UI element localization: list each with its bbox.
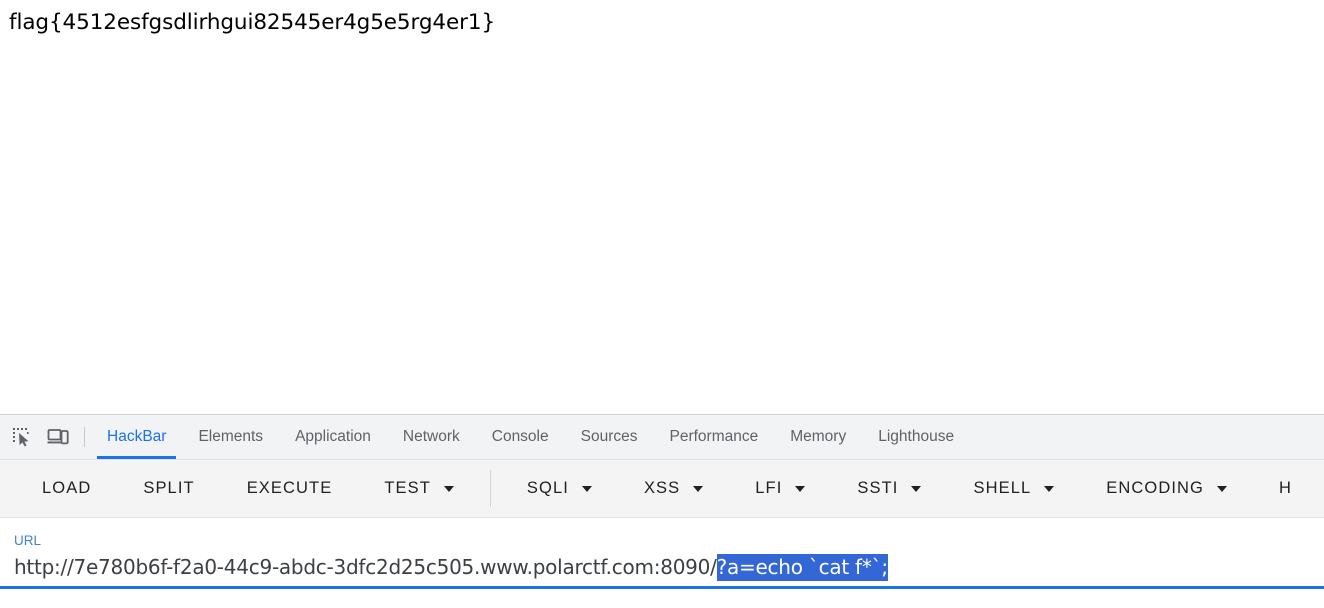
lfi-menu-button[interactable]: LFI: [729, 469, 831, 509]
url-field-label: URL: [14, 532, 1310, 550]
button-label: SQLI: [527, 479, 569, 498]
chevron-down-icon: [444, 486, 454, 492]
toolbar-group-divider: [490, 470, 491, 507]
hashing-menu-button[interactable]: H: [1253, 469, 1318, 509]
url-field-focus-underline: [0, 586, 1324, 589]
tab-memory[interactable]: Memory: [774, 415, 862, 459]
load-button[interactable]: LOAD: [16, 469, 117, 509]
encoding-menu-button[interactable]: ENCODING: [1080, 469, 1253, 509]
button-label: H: [1279, 479, 1292, 498]
button-label: LFI: [755, 479, 782, 498]
shell-menu-button[interactable]: SHELL: [947, 469, 1080, 509]
tab-label: Application: [295, 428, 371, 446]
ssti-menu-button[interactable]: SSTI: [831, 469, 947, 509]
hackbar-toolbar: LOAD SPLIT EXECUTE TEST SQLI XSS: [0, 460, 1324, 518]
button-label: SHELL: [973, 479, 1031, 498]
sqli-menu-button[interactable]: SQLI: [501, 469, 618, 509]
tab-lighthouse[interactable]: Lighthouse: [862, 415, 970, 459]
button-label: LOAD: [42, 479, 91, 498]
chevron-down-icon: [911, 486, 921, 492]
tab-label: Console: [492, 428, 549, 446]
tab-label: Lighthouse: [878, 428, 954, 446]
tab-label: Performance: [670, 428, 759, 446]
tab-label: Elements: [198, 428, 263, 446]
tab-network[interactable]: Network: [387, 415, 476, 459]
button-label: XSS: [644, 479, 680, 498]
split-button[interactable]: SPLIT: [117, 469, 220, 509]
tab-performance[interactable]: Performance: [654, 415, 775, 459]
execute-button[interactable]: EXECUTE: [221, 469, 359, 509]
button-label: TEST: [384, 479, 431, 498]
devtools-tab-list: HackBar Elements Application Network Con…: [91, 415, 970, 459]
button-label: EXECUTE: [247, 479, 333, 498]
tab-elements[interactable]: Elements: [182, 415, 279, 459]
chevron-down-icon: [795, 486, 805, 492]
devtools-tabbar: HackBar Elements Application Network Con…: [0, 415, 1324, 460]
tab-label: Memory: [790, 428, 846, 446]
button-label: SPLIT: [143, 479, 194, 498]
chevron-down-icon: [1044, 486, 1054, 492]
tab-console[interactable]: Console: [476, 415, 565, 459]
url-text-unselected: http://7e780b6f-f2a0-44c9-abdc-3dfc2d25c…: [14, 555, 717, 579]
chevron-down-icon: [582, 486, 592, 492]
xss-menu-button[interactable]: XSS: [618, 469, 729, 509]
url-input[interactable]: http://7e780b6f-f2a0-44c9-abdc-3dfc2d25c…: [14, 552, 1310, 582]
url-field-container[interactable]: URL http://7e780b6f-f2a0-44c9-abdc-3dfc2…: [0, 532, 1324, 582]
devtools-panel: HackBar Elements Application Network Con…: [0, 414, 1324, 608]
test-menu-button[interactable]: TEST: [358, 469, 480, 509]
chevron-down-icon: [693, 486, 703, 492]
tab-label: Network: [403, 428, 460, 446]
page-viewport: flag{4512esfgsdlirhgui82545er4g5e5rg4er1…: [0, 0, 1324, 414]
browser-window: flag{4512esfgsdlirhgui82545er4g5e5rg4er1…: [0, 0, 1324, 608]
inspect-element-icon[interactable]: [4, 415, 40, 459]
chevron-down-icon: [1217, 486, 1227, 492]
url-text-selected: ?a=echo `cat f*`;: [717, 554, 888, 581]
tab-sources[interactable]: Sources: [565, 415, 654, 459]
button-label: ENCODING: [1106, 479, 1204, 498]
page-flag-text: flag{4512esfgsdlirhgui82545er4g5e5rg4er1…: [9, 10, 495, 36]
tab-application[interactable]: Application: [279, 415, 387, 459]
toolbar-divider: [84, 427, 85, 447]
tab-label: HackBar: [107, 428, 166, 446]
tab-hackbar[interactable]: HackBar: [91, 415, 182, 459]
hackbar-fields: URL http://7e780b6f-f2a0-44c9-abdc-3dfc2…: [0, 518, 1324, 608]
tab-label: Sources: [581, 428, 638, 446]
button-label: SSTI: [857, 479, 898, 498]
device-toolbar-icon[interactable]: [40, 415, 76, 459]
